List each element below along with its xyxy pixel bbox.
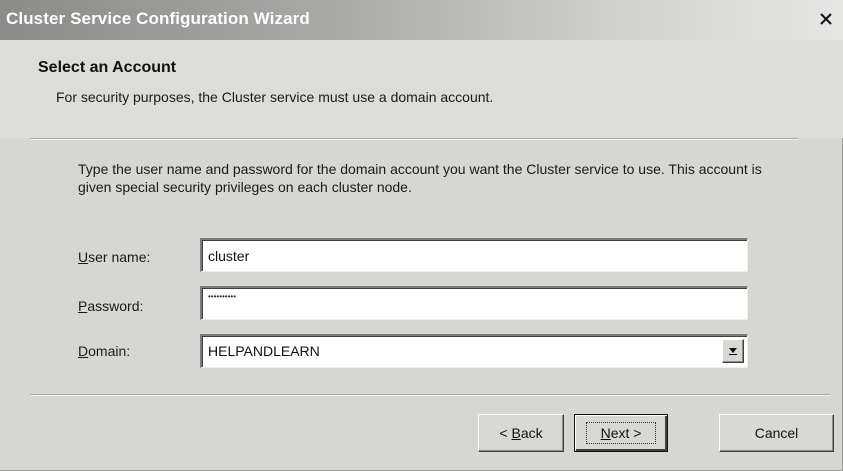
username-label-accel: U <box>78 249 89 265</box>
domain-label-accel: D <box>78 343 89 359</box>
header-divider <box>30 138 798 140</box>
wizard-dialog: Cluster Service Configuration Wizard Sel… <box>0 0 843 471</box>
password-input[interactable]: •••••••••• <box>200 286 748 320</box>
chevron-down-icon <box>729 348 737 355</box>
username-label-rest: ser name: <box>88 249 151 265</box>
back-button-prefix: < <box>499 425 512 441</box>
page-subtitle: For security purposes, the Cluster servi… <box>56 89 494 105</box>
domain-dropdown-button[interactable] <box>722 339 744 363</box>
password-label-rest: assword: <box>87 298 144 314</box>
back-button-accel: B <box>511 425 521 441</box>
back-button-rest: ack <box>520 425 543 441</box>
page-title: Select an Account <box>38 59 177 76</box>
title-bar[interactable]: Cluster Service Configuration Wizard <box>0 0 843 40</box>
domain-label: Domain: <box>78 343 130 359</box>
next-button-focus: Next > <box>585 422 657 444</box>
window-title: Cluster Service Configuration Wizard <box>6 9 310 28</box>
domain-select[interactable]: HELPANDLEARN <box>200 334 748 368</box>
next-button[interactable]: Next > <box>574 414 668 452</box>
instructions-text: Type the user name and password for the … <box>78 161 762 195</box>
username-input[interactable] <box>200 238 748 272</box>
username-label: User name: <box>78 249 150 265</box>
close-button[interactable] <box>815 8 837 30</box>
domain-label-rest: omain: <box>88 343 131 359</box>
close-icon <box>820 13 832 25</box>
next-button-accel: N <box>600 425 611 441</box>
password-label: Password: <box>78 298 143 314</box>
password-label-accel: P <box>78 298 88 314</box>
cancel-button[interactable]: Cancel <box>719 414 834 452</box>
back-button[interactable]: < Back <box>478 414 564 452</box>
next-button-rest: ext > <box>610 425 642 441</box>
domain-select-value: HELPANDLEARN <box>208 343 320 359</box>
footer-divider <box>30 394 830 396</box>
